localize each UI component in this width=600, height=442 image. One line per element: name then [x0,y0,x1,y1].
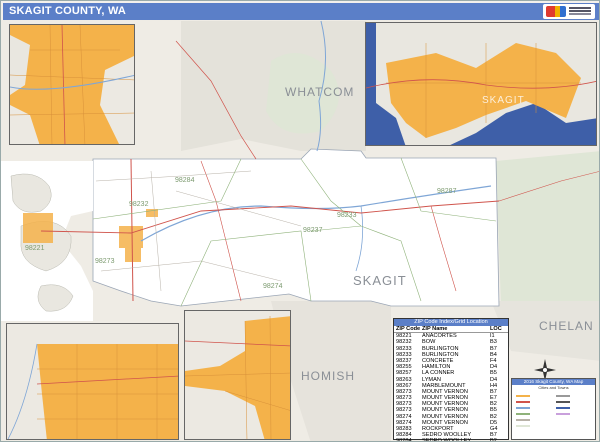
logo-mark-icon [546,6,566,17]
legend-swatch-water [516,407,530,409]
column-zip-name: ZIP Name [422,326,448,332]
burlington-urban [119,226,143,248]
inset-anacortes: SKAGIT [365,22,597,146]
east-forest [496,151,599,306]
legend-swatch-zip [516,413,530,415]
inset-anacortes-map [366,23,596,145]
logo-text-lines [569,7,591,9]
inset-la-conner-map [185,311,290,439]
legend-swatch-lake [556,407,570,409]
snohomish-label: HOMISH [301,369,355,383]
inset-skagit-label: SKAGIT [482,95,525,106]
legend-swatch-urban [516,395,530,397]
zip-label: 98284 [175,177,195,184]
map-frame: WHATCOM SKAGIT CHELAN HOMISH 98284 98287… [0,0,600,442]
zip-index-row: 98284 SEDRO WOOLLEY B2 [394,438,508,442]
map-legend: 2016 Skagit County, WA Map Cities and To… [511,378,596,440]
publisher-logo [543,4,595,19]
inset-sedro-woolley [6,323,179,440]
legend-swatch-forest [516,425,530,427]
legend-swatch-airport [556,413,570,415]
zip-label: 98237 [303,227,323,234]
inset-mount-vernon-map [10,25,134,144]
zip-label: 98221 [25,245,45,252]
zip-index-columns: ZIP Code ZIP Name LOC [394,326,508,334]
legend-swatch-rail [556,401,570,403]
inset-mount-vernon [9,24,135,145]
zip-label: 98274 [263,283,283,290]
title-bar: SKAGIT COUNTY, WA [3,3,599,20]
legend-swatch-boundary [556,395,570,397]
whatcom-label: WHATCOM [285,85,355,99]
column-loc: LOC [490,326,502,332]
legend-swatch-highway [516,401,530,403]
chelan-label: CHELAN [539,319,594,333]
loc-cell: B2 [490,438,497,442]
legend-swatch-road [516,419,530,421]
skagit-county-area [92,148,500,307]
skagit-label: SKAGIT [353,273,407,288]
zip-name-cell: SEDRO WOOLLEY [422,438,472,442]
inset-sedro-woolley-map [7,324,178,439]
zip-index-rows: 98221 ANACORTES I1 98232 BOW B3 98233 BURLINGTO… [394,333,508,442]
zip-index-table: ZIP Code Index/Grid Location ZIP Code ZI… [393,318,509,442]
anacortes-urban [23,213,53,243]
zip-label: 98287 [437,188,457,195]
zip-code-cell: 98284 [396,438,412,442]
inset-la-conner [184,310,291,440]
mount-vernon-urban [125,248,141,262]
zip-label: 98273 [95,258,115,265]
legend-subtitle: Cities and Towns [538,385,569,390]
column-zip-code: ZIP Code [396,326,421,332]
zip-index-header: ZIP Code Index/Grid Location [394,319,508,326]
map-title: SKAGIT COUNTY, WA [9,5,127,17]
zip-label: 98232 [129,201,149,208]
zip-label: 98233 [337,212,357,219]
